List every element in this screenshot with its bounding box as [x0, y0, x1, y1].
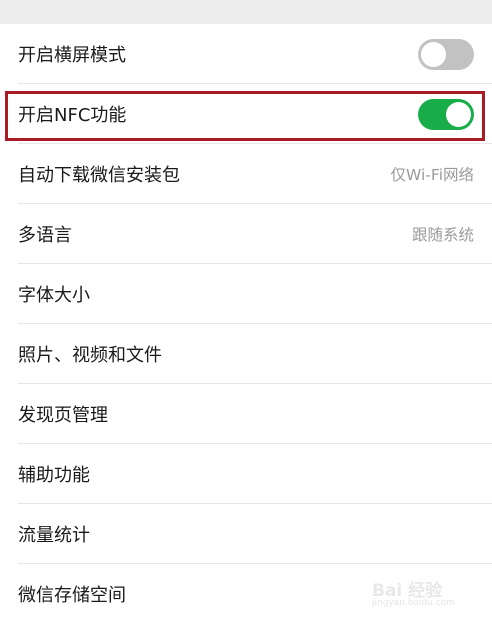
- setting-label: 开启横屏模式: [18, 45, 126, 66]
- setting-label: 流量统计: [18, 525, 90, 546]
- toggle-knob: [446, 101, 471, 127]
- setting-label: 照片、视频和文件: [18, 345, 162, 366]
- toggle-knob: [421, 41, 446, 67]
- setting-value: 跟随系统: [411, 226, 474, 244]
- setting-discover-management[interactable]: 发现页管理: [0, 384, 492, 444]
- setting-label: 开启NFC功能: [18, 105, 127, 126]
- setting-font-size[interactable]: 字体大小: [0, 264, 492, 324]
- setting-auto-download[interactable]: 自动下载微信安装包 仅Wi-Fi网络: [0, 144, 492, 204]
- settings-list: 开启横屏模式 开启NFC功能 自动下载微信安装包 仅Wi-Fi网络 多语言 跟随…: [0, 24, 492, 624]
- setting-value: 仅Wi-Fi网络: [390, 166, 474, 184]
- setting-data-usage[interactable]: 流量统计: [0, 504, 492, 564]
- setting-label: 自动下载微信安装包: [18, 165, 180, 186]
- setting-label: 字体大小: [18, 285, 90, 306]
- setting-language[interactable]: 多语言 跟随系统: [0, 204, 492, 264]
- setting-accessibility[interactable]: 辅助功能: [0, 444, 492, 504]
- setting-nfc[interactable]: 开启NFC功能: [0, 84, 492, 144]
- setting-label: 多语言: [18, 225, 72, 246]
- setting-landscape-mode[interactable]: 开启横屏模式: [0, 24, 492, 84]
- setting-label: 微信存储空间: [18, 585, 126, 606]
- setting-storage[interactable]: 微信存储空间: [0, 564, 492, 624]
- setting-media-files[interactable]: 照片、视频和文件: [0, 324, 492, 384]
- setting-label: 辅助功能: [18, 465, 90, 486]
- nfc-toggle[interactable]: [418, 98, 474, 130]
- landscape-mode-toggle[interactable]: [418, 38, 474, 70]
- setting-label: 发现页管理: [18, 405, 108, 426]
- top-band: [0, 0, 492, 24]
